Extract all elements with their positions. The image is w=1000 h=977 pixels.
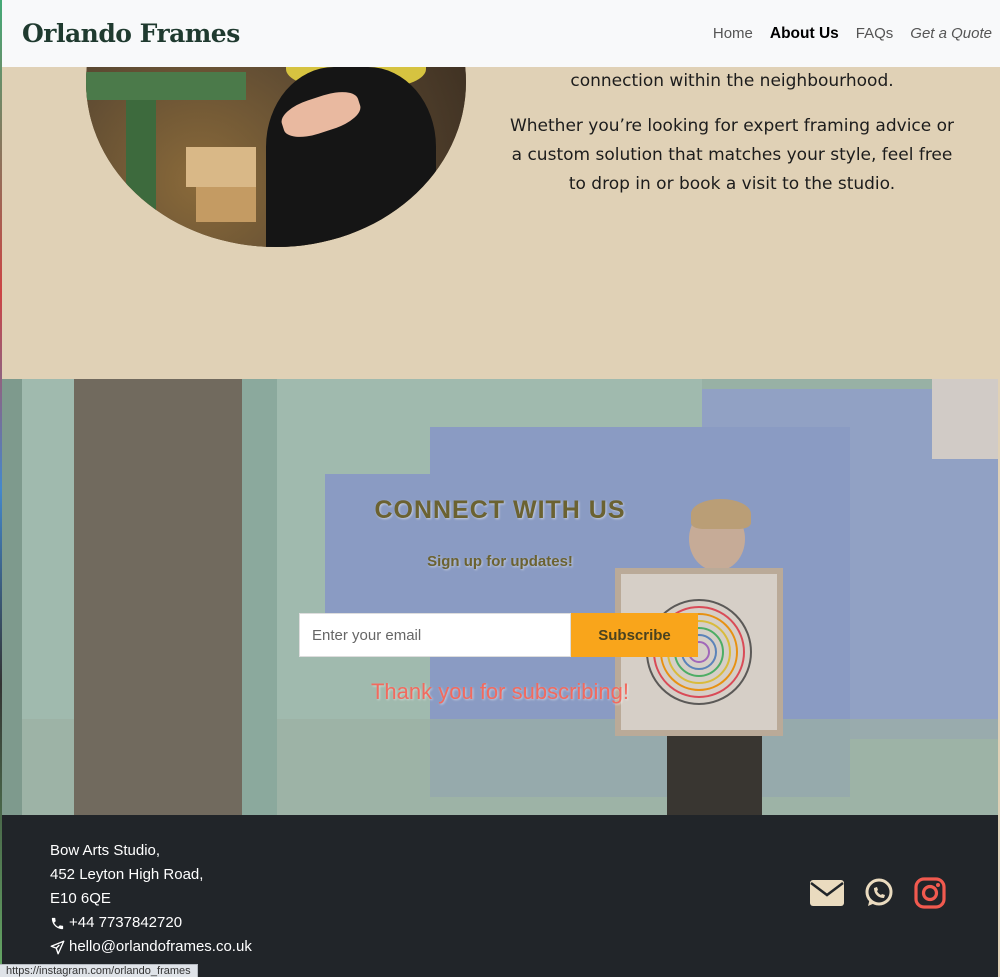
subscribe-button[interactable]: Subscribe xyxy=(571,613,698,657)
nav-home-link[interactable]: Home xyxy=(713,25,753,42)
about-text: connection within the neighbourhood. Whe… xyxy=(507,67,957,215)
browser-status-url: https://instagram.com/orlando_frames xyxy=(0,964,198,977)
social-links xyxy=(810,877,946,909)
nav-faqs-link[interactable]: FAQs xyxy=(856,25,894,42)
about-section: connection within the neighbourhood. Whe… xyxy=(2,67,998,379)
address-line: E10 6QE xyxy=(50,890,111,907)
subscribe-form: Subscribe xyxy=(299,613,698,657)
phone-row[interactable]: +44 7737842720 xyxy=(50,911,252,935)
footer: Bow Arts Studio, 452 Leyton High Road, E… xyxy=(2,815,998,977)
address-line: 452 Leyton High Road, xyxy=(50,866,204,883)
contact-info: Bow Arts Studio, 452 Leyton High Road, E… xyxy=(50,839,252,959)
paper-plane-icon xyxy=(50,940,65,954)
nav-about-link[interactable]: About Us xyxy=(770,25,839,43)
brand-logo[interactable]: Orlando Frames xyxy=(22,19,240,48)
about-paragraph: connection within the neighbourhood. xyxy=(570,71,894,91)
nav-links: Home About Us FAQs Get a Quote xyxy=(713,25,992,43)
nav-quote-link[interactable]: Get a Quote xyxy=(910,25,992,42)
instagram-social-link[interactable] xyxy=(914,877,946,909)
address-line: Bow Arts Studio, xyxy=(50,842,161,859)
screen-edge xyxy=(0,0,2,977)
envelope-icon xyxy=(810,880,844,906)
connect-heading: CONNECT WITH US xyxy=(374,496,626,524)
phone-icon xyxy=(51,917,64,929)
email-social-link[interactable] xyxy=(810,880,844,906)
email-input[interactable] xyxy=(299,613,571,657)
whatsapp-social-link[interactable] xyxy=(864,878,894,908)
newsletter-section: CONNECT WITH US Sign up for updates! Sub… xyxy=(2,379,998,815)
phone-number: +44 7737842720 xyxy=(69,914,183,931)
about-paragraph: Whether you’re looking for expert framin… xyxy=(509,116,955,194)
navbar: Orlando Frames Home About Us FAQs Get a … xyxy=(2,0,1000,67)
connect-subheading: Sign up for updates! xyxy=(427,553,573,570)
owner-portrait-image xyxy=(86,67,466,247)
subscribe-success-message: Thank you for subscribing! xyxy=(370,679,630,704)
email-row[interactable]: hello@orlandoframes.co.uk xyxy=(50,935,252,959)
instagram-icon xyxy=(914,877,946,909)
whatsapp-icon xyxy=(865,878,893,906)
email-address: hello@orlandoframes.co.uk xyxy=(69,938,252,955)
